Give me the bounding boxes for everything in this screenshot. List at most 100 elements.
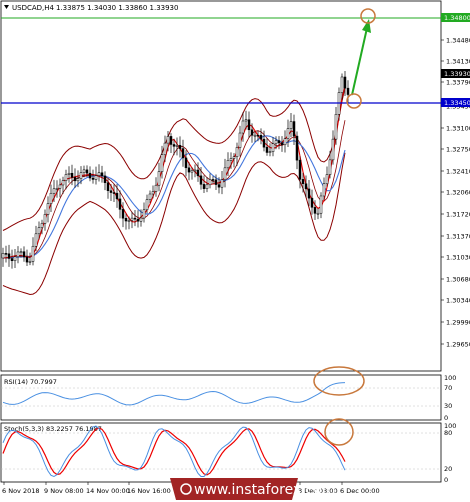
chart-window[interactable]: USDCAD,H4 1.33875 1.34030 1.33860 1.3393… [0,0,470,500]
candle-body [142,209,146,219]
candle-body [178,145,182,149]
time-label: 6 Dec 00:00 [340,487,380,495]
candle-body [130,217,134,221]
candle-body [196,169,200,177]
candle-body [70,172,74,178]
rsi-scale-label: 30 [444,402,452,410]
candle-body [319,195,323,214]
candle-body [85,169,89,174]
candle-body [325,174,329,184]
stoch-scale-label: 0 [444,476,448,484]
price-tick-label: 1.31720 [446,211,470,219]
candle-body [343,76,347,89]
candle-body [172,144,176,147]
candle-body [241,120,245,134]
price-tick-label: 1.34480 [446,37,470,45]
candle-body [76,178,80,182]
candle-body [307,188,311,199]
price-tick-label: 1.29990 [446,319,470,327]
price-tick-label: 1.33790 [446,79,470,87]
price-tick-label: 1.29650 [446,341,470,349]
candle-body [190,170,194,173]
candle-body [112,192,116,194]
candle-body [211,179,215,181]
candle-body [217,184,221,188]
rsi-scale: 100 70 30 0 [444,374,456,422]
candle-body [103,175,107,183]
candle-body [55,188,59,190]
candle-body [310,197,314,208]
candle-body [277,140,281,144]
candle-body [109,190,113,193]
rsi-scale-label: 70 [444,384,452,392]
candle-body [271,143,275,152]
candle-body [22,251,26,258]
candle-body [1,253,5,259]
candle-body [262,138,266,148]
green-level-tag: 1.34800 [441,13,470,22]
candle-body [313,207,317,214]
watermark-text: www.instaforex.com [194,482,336,498]
price-tick-label: 1.34130 [446,58,470,66]
candle-body [223,167,227,180]
candle-body [247,119,251,131]
candle-body [226,160,230,169]
candle-body [43,214,47,224]
candle-body [151,191,155,195]
stoch-scale: 10080200 [444,422,456,484]
candle-body [268,151,272,153]
candle-body [328,159,332,175]
blue-level-tag: 1.33450 [441,98,470,107]
candle-body [73,177,77,182]
candle-body [82,169,86,173]
candle-body [322,183,326,197]
candle-body [121,209,125,219]
candle-body [136,218,140,222]
candle-body [205,184,209,189]
price-tick-label: 1.33100 [446,125,470,133]
candle-body [208,179,212,186]
candle-body [13,256,17,261]
candle-body [280,142,284,146]
candle-body [334,114,338,140]
stoch-scale-label: 20 [444,465,452,473]
candle-body [61,180,65,186]
rsi-scale-label: 0 [444,414,448,422]
candle-body [169,136,173,145]
candle-body [235,147,239,158]
candle-body [346,87,350,95]
time-label: 14 Nov 00:00 [86,487,130,495]
candle-body [274,140,278,144]
candle-body [64,174,68,181]
candle-body [244,119,248,122]
candle-body [52,188,56,194]
price-tick-label: 1.31030 [446,254,470,262]
candle-body [46,203,50,215]
candle-body [259,135,263,140]
candle-body [163,142,167,155]
candle-body [148,193,152,200]
candle-body [67,172,71,175]
time-label: 6 Nov 2018 [2,487,40,495]
candle-body [34,233,38,247]
candle-body [154,184,158,192]
candle-body [127,220,131,222]
watermark-banner: www.instaforex.com [170,478,336,500]
candle-body [301,179,305,185]
symbol-label: USDCAD,H4 [12,4,55,12]
candle-body [250,129,254,136]
ohlc-values: 1.33875 1.34030 1.33860 1.33930 [56,4,178,12]
candle-body [115,192,119,200]
time-label: 16 Nov 16:00 [127,487,171,495]
candle-body [25,256,29,263]
candle-body [19,251,23,253]
candle-body [37,227,41,235]
candle-body [229,158,233,161]
price-tick-label: 1.30340 [446,297,470,305]
candle-body [256,134,260,137]
candle-body [4,253,8,255]
candle-body [175,145,179,147]
rsi-panel[interactable] [0,374,442,421]
svg-text:1.33930: 1.33930 [444,70,470,78]
candle-body [331,138,335,161]
